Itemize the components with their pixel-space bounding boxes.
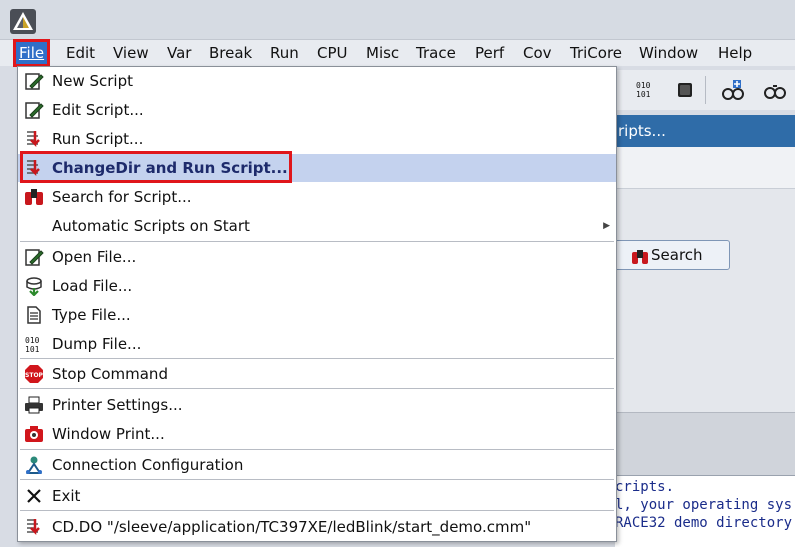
svg-text:010: 010 [636, 81, 651, 90]
stop-icon: STOP [24, 364, 44, 384]
menu-item-window-print[interactable]: Window Print... [18, 420, 616, 448]
menu-break[interactable]: Break [206, 42, 255, 64]
close-icon [24, 486, 44, 506]
menu-item-edit-script[interactable]: Edit Script... [18, 96, 616, 124]
add-watch-icon[interactable] [721, 78, 745, 102]
menu-item-label: Run Script... [52, 130, 144, 148]
connection-icon [24, 455, 44, 475]
menu-bar: File Edit View Var Break Run CPU Misc Tr… [0, 39, 795, 67]
menu-item-load-file[interactable]: Load File... [18, 272, 616, 300]
console-line: l, your operating sys [615, 497, 793, 513]
svg-text:101: 101 [25, 345, 40, 354]
menu-item-label: CD.DO "/sleeve/application/TC397XE/ledBl… [52, 518, 532, 536]
menu-item-label: New Script [52, 72, 133, 90]
menu-item-dump-file[interactable]: 010 101 Dump File... [18, 330, 616, 358]
toolbar-separator [705, 76, 706, 104]
binoculars-icon [631, 247, 649, 275]
menu-view[interactable]: View [110, 42, 152, 64]
menu-item-stop-command[interactable]: STOP Stop Command [18, 360, 616, 388]
menu-tricore[interactable]: TriCore [567, 42, 625, 64]
menu-var[interactable]: Var [164, 42, 194, 64]
menu-separator [20, 388, 614, 389]
printer-icon [24, 395, 44, 415]
svg-text:010: 010 [25, 336, 40, 345]
menu-item-label: Search for Script... [52, 188, 192, 206]
search-button[interactable]: Search [614, 240, 730, 270]
edit-pencil-icon [24, 247, 44, 267]
binoculars-icon [24, 187, 44, 207]
menu-item-label: Open File... [52, 248, 137, 266]
menu-item-label: Connection Configuration [52, 456, 244, 474]
watch-icon[interactable] [763, 78, 787, 102]
app-logo-icon[interactable] [10, 9, 36, 34]
menu-item-label: Exit [52, 487, 81, 505]
menu-item-new-script[interactable]: New Script [18, 67, 616, 95]
console-line: cripts. [615, 479, 675, 495]
menu-separator [20, 449, 614, 450]
search-button-label: Search [651, 246, 703, 264]
type-file-icon [24, 305, 44, 325]
file-menu-dropdown: New Script Edit Script... Run Script... … [17, 66, 617, 542]
run-script-icon [24, 517, 44, 537]
menu-perf[interactable]: Perf [472, 42, 507, 64]
menu-help[interactable]: Help [715, 42, 755, 64]
menu-edit[interactable]: Edit [63, 42, 98, 64]
menu-item-run-script[interactable]: Run Script... [18, 125, 616, 153]
console-line: RACE32 demo directory [615, 515, 793, 531]
menu-item-automatic-scripts[interactable]: Automatic Scripts on Start ▶ [18, 212, 616, 240]
menu-item-printer-settings[interactable]: Printer Settings... [18, 391, 616, 419]
svg-text:STOP: STOP [25, 372, 44, 379]
menu-item-label: Dump File... [52, 335, 142, 353]
menu-item-recent-script[interactable]: CD.DO "/sleeve/application/TC397XE/ledBl… [18, 513, 616, 541]
menu-window[interactable]: Window [636, 42, 701, 64]
menu-separator [20, 241, 614, 242]
menu-item-connection-configuration[interactable]: Connection Configuration [18, 451, 616, 479]
menu-item-label: Automatic Scripts on Start [52, 217, 250, 235]
menu-item-label: Printer Settings... [52, 396, 183, 414]
chip-icon[interactable] [673, 78, 697, 102]
menu-misc[interactable]: Misc [363, 42, 402, 64]
menu-item-label: Window Print... [52, 425, 165, 443]
menu-cpu[interactable]: CPU [314, 42, 351, 64]
dump-toolbar-icon[interactable]: 010 101 [633, 78, 657, 102]
menu-file[interactable]: File [12, 39, 51, 67]
menu-item-label: Load File... [52, 277, 133, 295]
menu-run[interactable]: Run [267, 42, 302, 64]
menu-item-label: Stop Command [52, 365, 168, 383]
dump-file-icon: 010 101 [24, 334, 44, 354]
menu-item-label: Edit Script... [52, 101, 144, 119]
subwindow-title[interactable]: ripts... [615, 115, 795, 147]
menu-item-exit[interactable]: Exit [18, 482, 616, 510]
menu-separator [20, 510, 614, 511]
load-file-icon [24, 276, 44, 297]
menu-cov[interactable]: Cov [520, 42, 555, 64]
title-bar [0, 0, 795, 40]
menu-separator [20, 358, 614, 359]
subwindow-header-area [615, 147, 795, 189]
menu-item-type-file[interactable]: Type File... [18, 301, 616, 329]
menu-item-search-script[interactable]: Search for Script... [18, 183, 616, 211]
selection-highlight-outline [20, 151, 292, 183]
run-script-icon [24, 129, 44, 149]
main-toolbar: 010 101 [615, 70, 795, 110]
lower-pane [615, 412, 795, 475]
camera-icon [24, 424, 44, 444]
console-output: cripts. l, your operating sys RACE32 dem… [615, 475, 795, 547]
submenu-arrow-icon: ▶ [603, 221, 610, 231]
edit-pencil-icon [24, 71, 44, 91]
menu-item-label: Type File... [52, 306, 131, 324]
menu-trace[interactable]: Trace [413, 42, 459, 64]
svg-text:101: 101 [636, 90, 651, 99]
edit-pencil-icon [24, 100, 44, 120]
menu-separator [20, 479, 614, 480]
menu-item-open-file[interactable]: Open File... [18, 243, 616, 271]
